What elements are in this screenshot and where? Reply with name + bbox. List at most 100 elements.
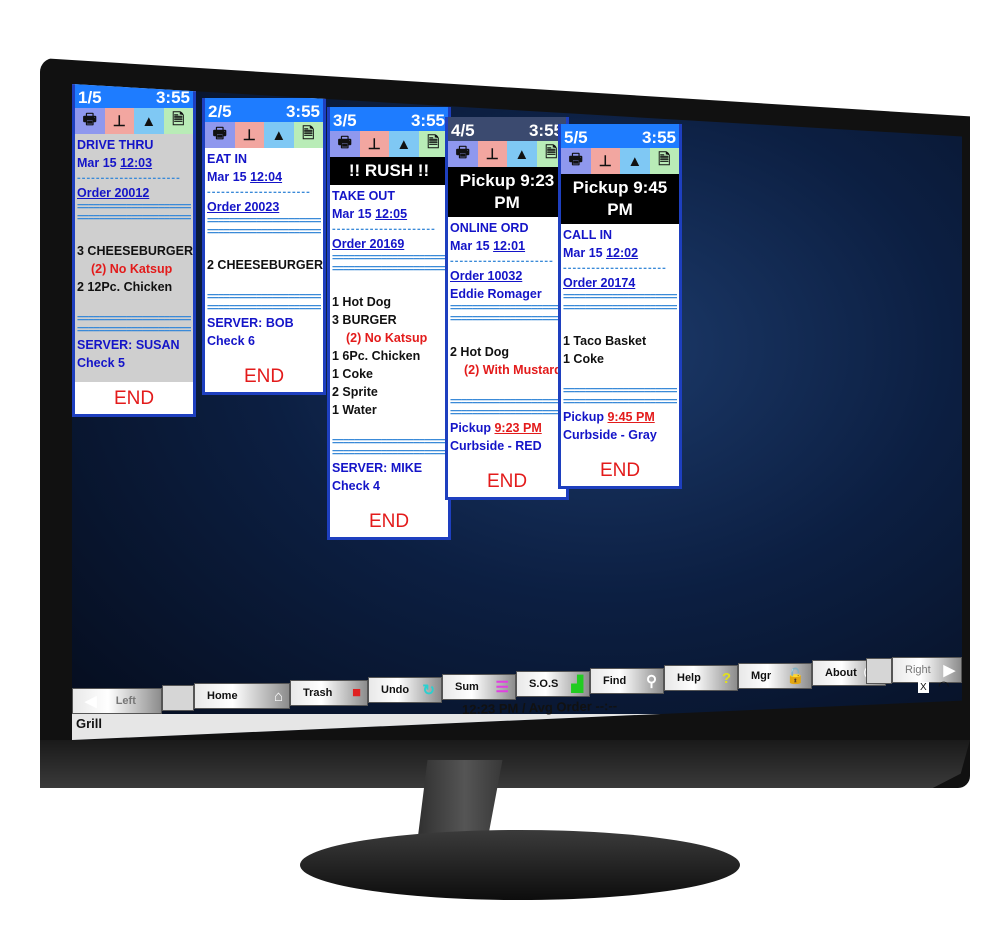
- toolbar-button-left[interactable]: ◀ Left: [72, 688, 162, 714]
- flame-icon[interactable]: ▲: [264, 122, 294, 148]
- card-body: CALL IN Mar 15 12:02- - - - - - - - - - -…: [561, 224, 679, 454]
- order-item[interactable]: 2 Sprite: [332, 383, 446, 401]
- stamp-icon[interactable]: ⊥: [104, 108, 134, 134]
- flame-icon[interactable]: ▲: [389, 131, 419, 157]
- flame-icon[interactable]: ▲: [507, 141, 537, 167]
- toolbar-button-trash[interactable]: Trash ■: [290, 679, 368, 706]
- printer-icon[interactable]: 🖶: [448, 141, 478, 167]
- order-item[interactable]: 1 Hot Dog: [332, 293, 446, 311]
- order-type: EAT IN: [207, 152, 248, 166]
- order-item[interactable]: 1 Water: [332, 401, 446, 419]
- card-timer: 3:55: [410, 111, 445, 130]
- order-item[interactable]: 1 6Pc. Chicken: [332, 347, 446, 365]
- flame-icon[interactable]: ▲: [134, 108, 164, 134]
- divider: ========================================…: [450, 303, 564, 325]
- order-type: ONLINE ORD: [450, 221, 529, 235]
- order-item[interactable]: 3 BURGER: [332, 311, 446, 329]
- order-item[interactable]: 1 Coke: [332, 365, 446, 383]
- close-icon[interactable]: X: [918, 682, 929, 693]
- stamp-icon[interactable]: ⊥: [234, 122, 264, 148]
- item-modifier: (2) No Katsup: [346, 331, 428, 345]
- printer-icon[interactable]: 🖶: [205, 122, 235, 148]
- stamp-icon[interactable]: ⊥: [359, 131, 389, 157]
- footer-line-2: Curbside - RED: [450, 439, 542, 453]
- footer-line-2: Check 5: [77, 356, 125, 370]
- end-button[interactable]: END: [561, 454, 679, 486]
- order-item[interactable]: 1 Taco Basket: [563, 332, 677, 350]
- order-number: Order 20012: [77, 186, 150, 200]
- footer-line-2: Check 4: [332, 479, 380, 493]
- footer-line-2: Check 6: [207, 334, 255, 348]
- order-type: CALL IN: [563, 228, 613, 242]
- toolbar-button-mgr[interactable]: Mgr 🔓: [738, 662, 812, 689]
- order-datetime: Mar 15 12:03: [77, 154, 191, 172]
- divider: ========================================…: [563, 386, 677, 408]
- divider: - - - - - - - - - - - - - - - - - - - - …: [450, 255, 553, 267]
- order-item[interactable]: 1 Coke: [563, 350, 677, 368]
- order-card[interactable]: 2/5 3:55 🖶 ⊥ ▲ 🗎 EAT IN Mar 15 12:04- - - - - -…: [202, 98, 326, 395]
- document-cancel-icon[interactable]: 🗎: [293, 122, 323, 148]
- order-item[interactable]: 2 Hot Dog: [450, 343, 564, 361]
- card-body: ONLINE ORD Mar 15 12:01 - - - - - - - - - …: [448, 217, 566, 465]
- order-number: Order 20023: [207, 200, 280, 214]
- order-time: 12:01: [493, 239, 526, 253]
- card-index: 5/5: [564, 128, 588, 147]
- toolbar-button-blank[interactable]: [162, 684, 194, 711]
- end-button[interactable]: END: [205, 360, 323, 392]
- stamp-icon[interactable]: ⊥: [590, 148, 620, 174]
- pickup-time: 9:23 PM: [494, 421, 542, 435]
- footer-label: SERVER: SUSAN: [77, 338, 180, 352]
- card-header: 5/5 3:55: [561, 124, 679, 148]
- order-time: 12:02: [606, 246, 639, 260]
- toolbar-button-sos[interactable]: S.O.S ▟: [516, 671, 590, 698]
- order-date: Mar 15: [450, 239, 490, 253]
- card-actions: 🖶 ⊥ ▲ 🗎: [330, 131, 448, 157]
- card-actions: 🖶 ⊥ ▲ 🗎: [75, 108, 193, 134]
- printer-icon[interactable]: 🖶: [75, 108, 105, 134]
- divider: ========================================…: [77, 314, 191, 336]
- order-item[interactable]: 2 12Pc. Chicken: [77, 278, 191, 296]
- footer-line-1: Pickup 9:45 PM: [563, 408, 677, 426]
- divider: - - - - - - - - - - - - - - - - - - - - …: [77, 172, 180, 184]
- card-index: 1/5: [78, 88, 102, 107]
- toolbar-button-home[interactable]: Home ⌂: [194, 683, 290, 710]
- order-card[interactable]: 1/5 3:55 🖶 ⊥ ▲ 🗎 DRIVE THRU Mar 15 12:03- - - -…: [72, 84, 196, 417]
- toolbar-label: Trash: [303, 686, 333, 699]
- monitor-base: [300, 830, 740, 900]
- divider: ========================================…: [563, 292, 677, 314]
- order-card[interactable]: 3/5 3:55 🖶 ⊥ ▲ 🗎!! RUSH !! TAKE OUT Mar 15 12:0…: [327, 107, 451, 540]
- divider: ========================================…: [332, 253, 446, 275]
- end-button[interactable]: END: [448, 465, 566, 497]
- order-number: Order 20169: [332, 237, 405, 251]
- end-button[interactable]: END: [75, 382, 193, 414]
- toolbar-button-undo[interactable]: Undo ↻: [368, 676, 442, 703]
- card-banner: !! RUSH !!: [330, 157, 448, 185]
- toolbar-button-sum[interactable]: Sum ☰: [442, 673, 516, 700]
- order-card[interactable]: 4/5 3:55 🖶 ⊥ ▲ 🗎 Pickup 9:23 PM ONLINE ORD Mar 1…: [445, 117, 569, 500]
- toolbar-button-help[interactable]: Help?: [664, 665, 738, 692]
- end-button[interactable]: END: [330, 505, 448, 537]
- help-icon: ?: [721, 669, 731, 687]
- chart-icon: ▟: [571, 676, 583, 694]
- card-actions: 🖶 ⊥ ▲ 🗎: [205, 122, 323, 148]
- kds-screen: 1/5 3:55 🖶 ⊥ ▲ 🗎 DRIVE THRU Mar 15 12:03- - - -…: [72, 84, 962, 740]
- order-date: Mar 15: [207, 170, 247, 184]
- document-cancel-icon[interactable]: 🗎: [649, 148, 679, 174]
- order-item[interactable]: 2 CHEESEBURGER: [207, 256, 323, 274]
- printer-icon[interactable]: 🖶: [330, 131, 360, 157]
- toolbar-button-blank[interactable]: [866, 657, 892, 684]
- printer-icon[interactable]: 🖶: [561, 148, 591, 174]
- document-cancel-icon[interactable]: 🗎: [418, 131, 448, 157]
- card-body: TAKE OUT Mar 15 12:05- - - - - - - - - - …: [330, 185, 448, 505]
- card-header: 3/5 3:55: [330, 107, 448, 131]
- footer-line-1: Pickup 9:23 PM: [450, 419, 564, 437]
- toolbar-button-right[interactable]: Right ▶: [892, 656, 962, 683]
- order-card[interactable]: 5/5 3:55 🖶 ⊥ ▲ 🗎 Pickup 9:45 PM CALL IN Mar 15 1…: [558, 124, 682, 489]
- item-modifier: (2) No Katsup: [91, 262, 173, 276]
- flame-icon[interactable]: ▲: [620, 148, 650, 174]
- toolbar-label: Mgr: [751, 669, 772, 682]
- stamp-icon[interactable]: ⊥: [477, 141, 507, 167]
- document-cancel-icon[interactable]: 🗎: [163, 108, 193, 134]
- toolbar-button-find[interactable]: Find ⚲: [590, 668, 664, 695]
- order-item[interactable]: 3 CHEESEBURGER: [77, 242, 193, 260]
